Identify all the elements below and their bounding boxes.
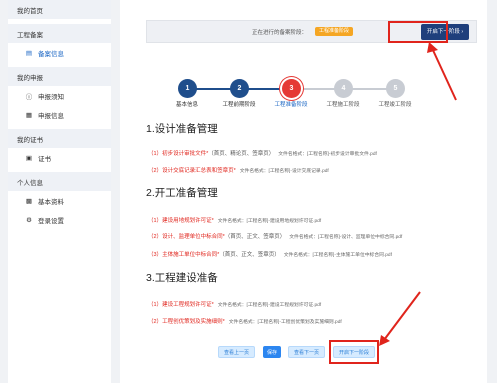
sidebar: 我的首页工程备案 ▤ 备案信息我的申报 ⓘ 申报须知 ▦ 申报信息我的证书 ▣ 证书个人信息 ▩ 基…: [8, 0, 111, 383]
sidebar-item-label: 证书: [38, 155, 51, 163]
main-panel: 正在进行的备案阶段： 工程准备阶段 开启下一阶段 › 1 基本信息 2 工程前期阶段 3…: [120, 0, 487, 383]
sidebar-item-label: 申报须知: [38, 93, 64, 101]
sidebar-group[interactable]: 我的申报: [8, 67, 111, 86]
certificate-icon: ▣: [25, 154, 33, 162]
sidebar-item-label: 登录设置: [38, 217, 64, 225]
sidebar-item-label: 我的申报: [17, 74, 43, 82]
sidebar-item[interactable]: ⓘ 申报须知: [8, 86, 111, 105]
sidebar-group[interactable]: 我的首页: [8, 0, 111, 19]
gear-icon: ⚙: [26, 216, 32, 224]
profile-icon: ▩: [25, 197, 33, 205]
list-icon: ▦: [25, 111, 33, 119]
sidebar-group[interactable]: 工程备案: [8, 24, 111, 43]
sidebar-item-label: 我的首页: [17, 7, 43, 15]
arrow-down-shaft: [383, 291, 421, 341]
sidebar-item-label: 备案信息: [38, 50, 64, 58]
arrow-up-head: [427, 42, 438, 53]
sidebar-group[interactable]: 个人信息: [8, 172, 111, 191]
sidebar-item-label: 申报信息: [38, 112, 64, 120]
sidebar-item[interactable]: ▣ 证书: [8, 148, 111, 167]
sidebar-item-label: 个人信息: [17, 179, 43, 187]
info-icon: ⓘ: [25, 93, 33, 101]
sidebar-item[interactable]: ⚙ 登录设置: [8, 210, 111, 229]
sidebar-item-label: 基本资料: [38, 198, 64, 206]
sidebar-item[interactable]: ▤ 备案信息: [8, 43, 111, 62]
sidebar-item-label: 工程备案: [17, 31, 43, 39]
sidebar-item-label: 我的证书: [17, 136, 43, 144]
sidebar-item[interactable]: ▦ 申报信息: [8, 105, 111, 124]
arrow-up-shaft: [431, 47, 457, 101]
sidebar-group[interactable]: 我的证书: [8, 129, 111, 148]
document-icon: ▤: [25, 49, 33, 57]
sidebar-item[interactable]: ▩ 基本资料: [8, 191, 111, 210]
arrow-down-head: [379, 335, 390, 346]
annotation-arrows: [379, 42, 457, 346]
